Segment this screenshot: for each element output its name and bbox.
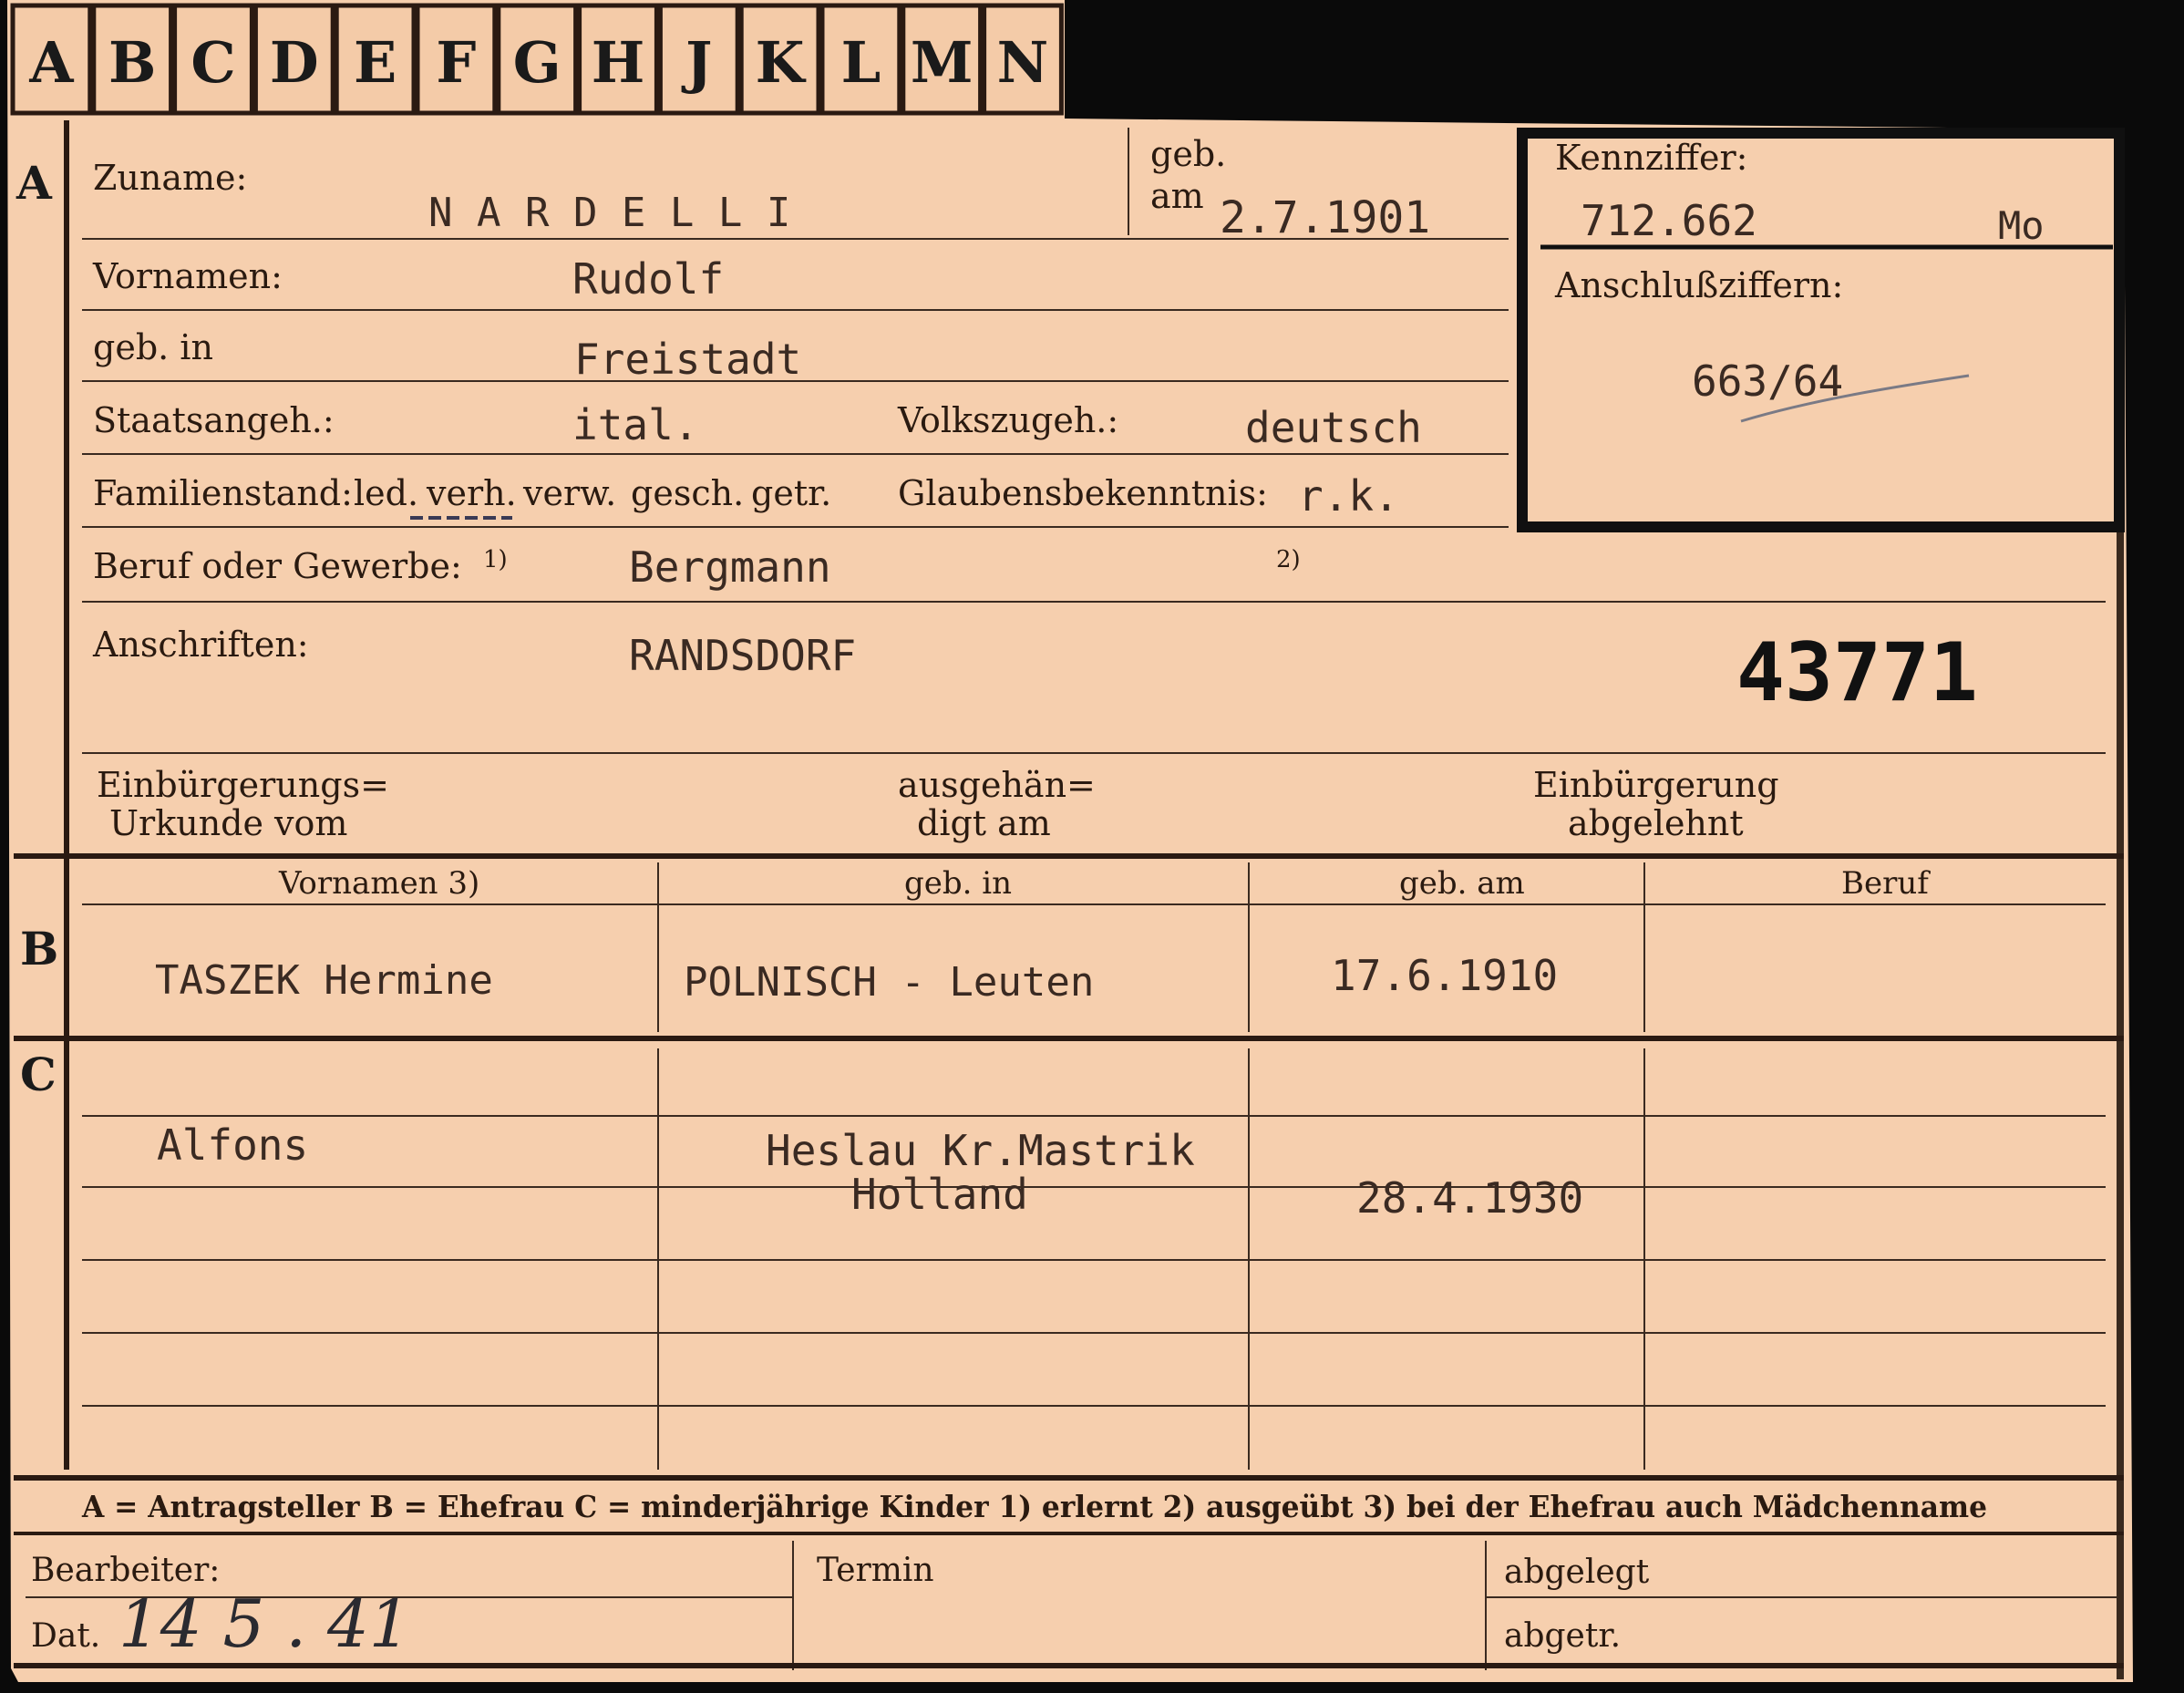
marital-option-verw: verw. — [522, 473, 616, 513]
ethnicity-label: Volkszugeh.: — [897, 400, 1118, 440]
occupation-value: Bergmann — [629, 542, 831, 592]
sent-label: abgetr. — [1504, 1617, 1621, 1655]
id-value: 712.662 — [1581, 196, 1757, 245]
section-a-letter: A — [15, 156, 53, 210]
handed-label-2: digt am — [917, 803, 1051, 843]
clerk-label: Bearbeiter: — [31, 1552, 220, 1589]
religion-value: r.k. — [1298, 471, 1399, 521]
child-birthdate: 28.4.1930 — [1356, 1173, 1583, 1223]
stamp-number: 43771 — [1736, 625, 1978, 719]
index-tab-label-g: G — [513, 29, 561, 96]
section-b-letter: B — [20, 922, 58, 976]
spouse-header-occupation: Beruf — [1841, 865, 1931, 902]
index-tab-label-e: E — [354, 29, 397, 96]
born-on-value: 2.7.1901 — [1220, 192, 1430, 243]
deadline-label: Termin — [817, 1552, 934, 1589]
marital-label: Familienstand: — [93, 473, 353, 513]
religion-label: Glaubensbekenntnis: — [898, 473, 1268, 513]
rejected-label-2: abgelehnt — [1568, 803, 1744, 843]
spouse-name: TASZEK Hermine — [155, 957, 493, 1004]
section-c-letter: C — [20, 1048, 57, 1101]
surname-label: Zuname: — [93, 158, 247, 198]
rejected-label-1: Einbürgerung — [1533, 765, 1779, 805]
born-on-label-2: am — [1150, 176, 1204, 216]
linked-label: Anschlußziffern: — [1554, 265, 1843, 305]
index-tab-label-j: J — [681, 29, 712, 96]
spouse-header-birthplace: geb. in — [904, 865, 1012, 902]
citizenship-label: Staatsangeh.: — [93, 400, 335, 440]
filed-label: abgelegt — [1504, 1554, 1650, 1591]
footnote-2-marker: 2) — [1276, 546, 1301, 573]
occupation-label: Beruf oder Gewerbe: — [93, 546, 462, 586]
firstnames-value: Rudolf — [572, 254, 724, 304]
registration-card: ABCDEFGHJKLMN A B C Zuname: N A R D E L … — [0, 0, 2184, 1693]
spouse-header-birthdate: geb. am — [1399, 865, 1525, 902]
date-handwritten: 14 5 . 41 — [118, 1585, 411, 1662]
spouse-birthdate: 17.6.1910 — [1331, 951, 1558, 1000]
address-label: Anschriften: — [92, 625, 309, 665]
born-on-label-1: geb. — [1150, 134, 1226, 174]
linked-value: 663/64 — [1692, 356, 1843, 406]
handed-label-1: ausgehän= — [898, 765, 1096, 805]
marital-option-led: led. — [354, 473, 418, 513]
id-suffix: Mo — [1998, 203, 2045, 248]
index-tab-label-k: K — [756, 29, 807, 96]
surname-value: N A R D E L L I — [428, 190, 790, 236]
index-tab-label-f: F — [436, 29, 476, 96]
index-tab-label-d: D — [270, 29, 319, 96]
index-tab-label-l: L — [841, 29, 881, 96]
index-tab-row: ABCDEFGHJKLMN — [10, 3, 1064, 116]
birthplace-value: Freistadt — [574, 335, 801, 384]
index-tab-label-a: A — [28, 29, 74, 96]
naturalization-label-1: Einbürgerungs= — [97, 765, 389, 805]
footnote-1-marker: 1) — [483, 546, 508, 573]
spouse-header-firstnames: Vornamen 3) — [278, 865, 479, 902]
index-tab-label-n: N — [997, 29, 1049, 96]
index-tab-label-m: M — [911, 29, 974, 96]
birthplace-label: geb. in — [93, 327, 213, 367]
child-birthplace-line-2: Holland — [851, 1170, 1028, 1219]
spouse-birthplace: POLNISCH - Leuten — [684, 959, 1094, 1006]
naturalization-label-2: Urkunde vom — [109, 803, 347, 843]
firstnames-label: Vornamen: — [92, 256, 283, 296]
child-birthplace-line-1: Heslau Kr.Mastrik — [766, 1126, 1195, 1175]
ethnicity-value: deutsch — [1245, 403, 1422, 452]
citizenship-value: ital. — [572, 400, 698, 449]
legend-text: A = Antragsteller B = Ehefrau C = minder… — [81, 1489, 1987, 1524]
address-value: RANDSDORF — [629, 631, 856, 680]
marital-option-verh: verh. — [426, 473, 517, 513]
marital-option-gesch: gesch. — [631, 473, 744, 513]
index-tab-label-b: B — [108, 29, 156, 96]
index-tab-label-c: C — [191, 29, 235, 96]
date-label: Dat. — [31, 1617, 100, 1655]
id-label: Kennziffer: — [1555, 138, 1747, 178]
child-name: Alfons — [157, 1120, 308, 1170]
index-tab-label-h: H — [592, 29, 645, 96]
marital-option-getr: getr. — [751, 473, 831, 513]
